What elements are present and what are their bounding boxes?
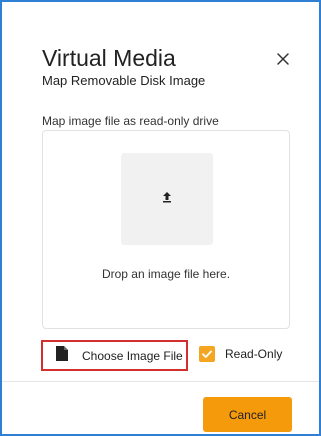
drop-zone[interactable]: Drop an image file here. (42, 130, 290, 329)
choose-image-file-label: Choose Image File (82, 348, 183, 363)
close-button[interactable] (272, 50, 294, 72)
cancel-button[interactable]: Cancel (203, 397, 292, 432)
map-image-label: Map image file as read-only drive (42, 114, 219, 128)
read-only-label: Read-Only (225, 347, 283, 361)
choose-image-file-button[interactable]: Choose Image File (41, 340, 188, 371)
upload-icon (160, 190, 174, 209)
drop-text: Drop an image file here. (101, 267, 231, 281)
read-only-checkbox[interactable]: Read-Only (199, 346, 282, 362)
upload-tile[interactable] (121, 153, 213, 245)
dialog-subtitle: Map Removable Disk Image (42, 73, 206, 88)
file-icon (56, 345, 68, 366)
virtual-media-dialog: Virtual Media Map Removable Disk Image M… (0, 0, 321, 436)
checkbox-checked-icon[interactable] (199, 346, 215, 362)
footer-divider (2, 381, 319, 382)
close-icon (277, 52, 289, 70)
dialog-title: Virtual Media (42, 45, 176, 71)
